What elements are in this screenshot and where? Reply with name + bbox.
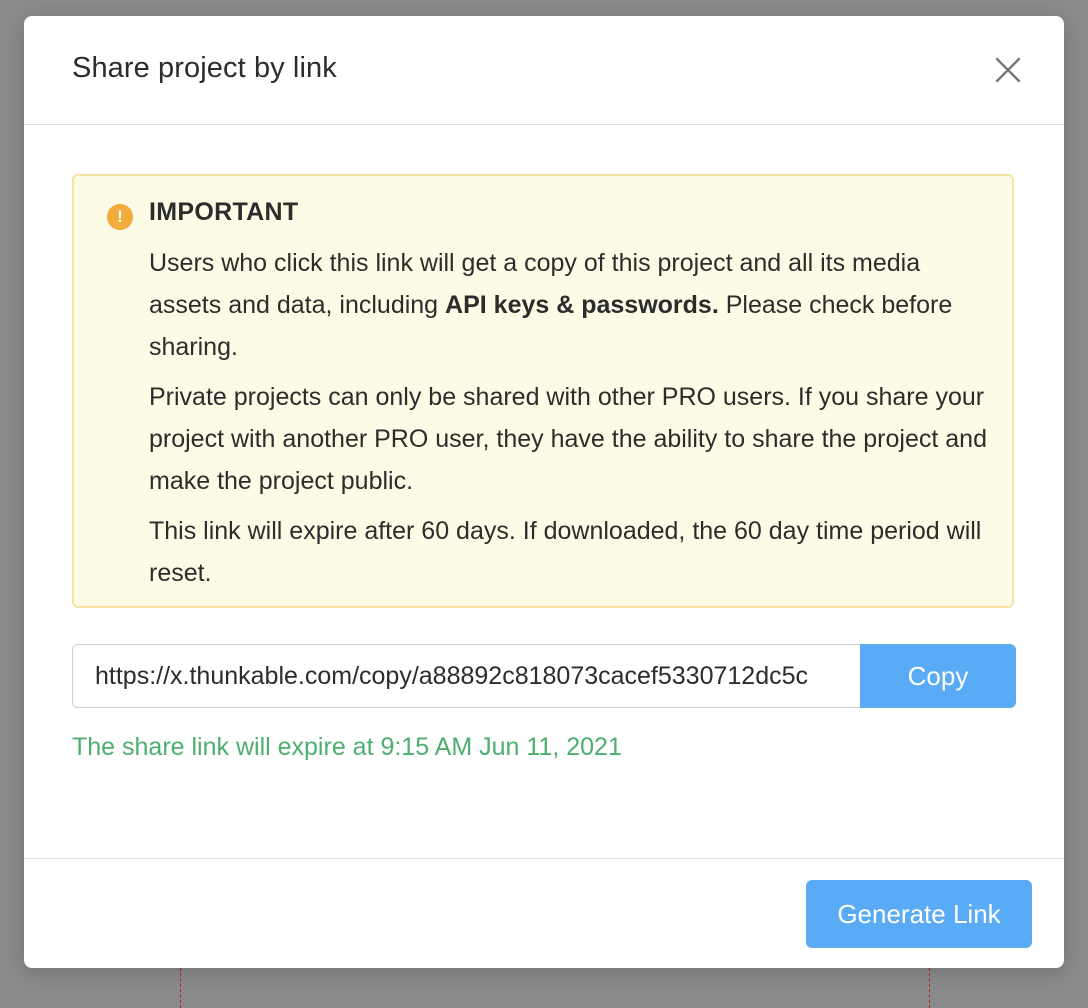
dialog-body: ! IMPORTANT Users who click this link wi… — [24, 125, 1064, 858]
share-link-row: Copy — [72, 644, 1016, 708]
share-dialog: Share project by link ! IMPORTANT Users … — [24, 16, 1064, 968]
important-alert: ! IMPORTANT Users who click this link wi… — [72, 174, 1014, 608]
guide-line-right — [929, 968, 930, 1008]
dialog-header: Share project by link — [24, 16, 1064, 125]
copy-button[interactable]: Copy — [860, 644, 1016, 708]
dialog-title: Share project by link — [72, 52, 337, 84]
close-icon — [995, 57, 1021, 83]
alert-paragraph-copy-warning: Users who click this link will get a cop… — [149, 242, 997, 368]
generate-link-button[interactable]: Generate Link — [806, 880, 1032, 948]
link-expiry-text: The share link will expire at 9:15 AM Ju… — [72, 733, 622, 761]
alert-paragraph-expiry: This link will expire after 60 days. If … — [149, 517, 982, 587]
close-button[interactable] — [992, 54, 1024, 86]
dialog-footer: Generate Link — [24, 858, 1064, 968]
guide-line-left — [180, 968, 181, 1008]
alert-paragraph-private-projects: Private projects can only be shared with… — [149, 383, 987, 495]
alert-p1-bold: API keys & passwords. — [445, 291, 719, 319]
share-link-input[interactable] — [72, 644, 860, 708]
alert-title: IMPORTANT — [149, 198, 299, 226]
warning-icon: ! — [107, 204, 133, 230]
